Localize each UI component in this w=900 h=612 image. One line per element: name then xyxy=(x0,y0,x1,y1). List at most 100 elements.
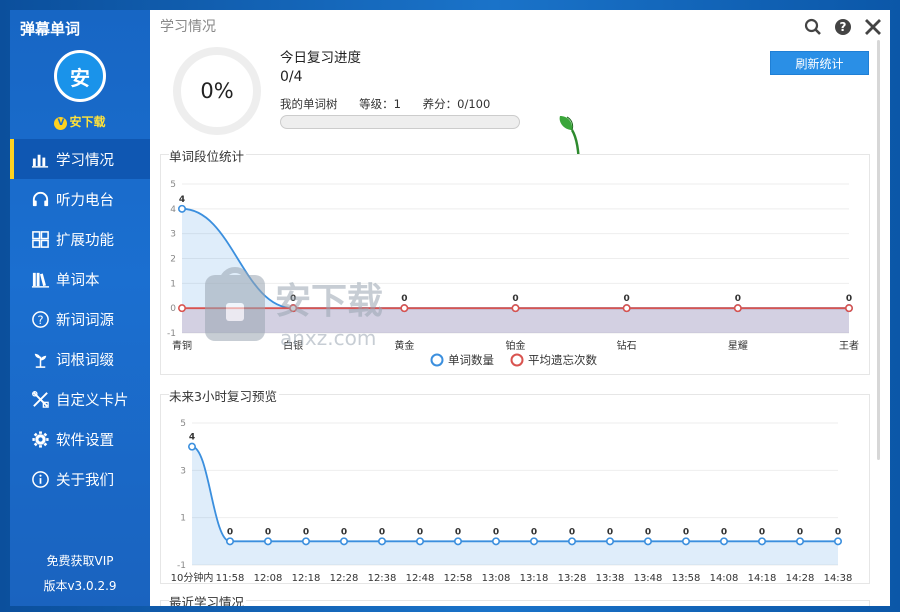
x-tick-label: 12:28 xyxy=(330,573,359,583)
data-label: 0 xyxy=(645,527,651,537)
rank-stats-title: 单词段位统计 xyxy=(169,146,247,165)
data-point xyxy=(302,537,311,546)
series-area xyxy=(192,446,838,565)
x-tick-label: 12:38 xyxy=(368,573,397,583)
data-label: 0 xyxy=(835,527,841,537)
review-preview-panel: 5 3 1 -1 4 0 0 0 0 0 0 0 0 0 0 0 0 0 0 0 0 0 10分钟内 11:58 12:08 12… xyxy=(160,386,870,584)
data-point xyxy=(833,537,842,546)
data-point xyxy=(378,537,387,546)
data-label: 0 xyxy=(735,294,741,304)
x-tick-label: 12:58 xyxy=(444,573,473,583)
bar-chart-icon xyxy=(30,149,50,169)
y-tick-label: 0 xyxy=(170,304,176,314)
question-circle-icon: ? xyxy=(30,309,50,329)
series-line xyxy=(191,445,838,543)
avatar[interactable]: 安 xyxy=(54,50,106,102)
sidebar-nav: 学习情况 听力电台 扩展功能 单词本 ? 新词词源 词根词缀 自定义卡片 软件设… xyxy=(10,139,150,499)
y-tick-label: 2 xyxy=(170,255,176,265)
info-icon xyxy=(30,469,50,489)
scrollbar[interactable] xyxy=(877,40,880,460)
sidebar-item-settings[interactable]: 软件设置 xyxy=(10,419,150,459)
data-label: 0 xyxy=(493,527,499,537)
data-point xyxy=(567,537,576,546)
x-tick-label: 13:18 xyxy=(520,573,549,583)
data-point xyxy=(177,204,186,213)
y-tick-label: 5 xyxy=(180,419,186,429)
data-point xyxy=(226,537,235,546)
username: 安下载 xyxy=(69,115,106,129)
refresh-stats-button[interactable]: 刷新统计 xyxy=(770,51,869,75)
sidebar-item-label: 词根词缀 xyxy=(56,352,114,369)
data-point xyxy=(340,537,349,546)
x-tick-label: 青铜 xyxy=(172,339,192,352)
watermark-text: 安下载 xyxy=(275,281,383,322)
sidebar-item-label: 关于我们 xyxy=(56,472,114,489)
sidebar-item-roots-affixes[interactable]: 词根词缀 xyxy=(10,339,150,379)
legend-label: 单词数量 xyxy=(448,353,494,367)
x-tick-label: 12:08 xyxy=(254,573,283,583)
username-line[interactable]: V 安下载 xyxy=(10,113,150,130)
data-label: 0 xyxy=(531,527,537,537)
search-icon[interactable] xyxy=(802,16,824,38)
y-tick-label: 5 xyxy=(170,180,176,190)
close-icon[interactable] xyxy=(862,16,884,38)
data-point xyxy=(643,537,652,546)
sidebar-item-wordbook[interactable]: 单词本 xyxy=(10,259,150,299)
word-tree-label: 我的单词树 xyxy=(280,97,338,111)
grid-icon xyxy=(30,229,50,249)
x-tick-label: 13:48 xyxy=(634,573,663,583)
sidebar-item-listening-radio[interactable]: 听力电台 xyxy=(10,179,150,219)
books-icon xyxy=(30,269,50,289)
x-tick-label: 11:58 xyxy=(216,573,245,583)
data-label: 0 xyxy=(341,527,347,537)
y-tick-label: 1 xyxy=(170,279,176,289)
window-controls: ? xyxy=(802,16,884,38)
data-label: 0 xyxy=(759,527,765,537)
data-point xyxy=(733,304,742,313)
data-label: 0 xyxy=(417,527,423,537)
x-tick-label: 铂金 xyxy=(506,339,526,352)
sidebar-item-extensions[interactable]: 扩展功能 xyxy=(10,219,150,259)
sidebar-item-about-us[interactable]: 关于我们 xyxy=(10,459,150,499)
sidebar-item-label: 扩展功能 xyxy=(56,232,114,249)
data-point xyxy=(605,537,614,546)
data-label: 0 xyxy=(846,294,852,304)
help-icon[interactable]: ? xyxy=(832,16,854,38)
x-tick-label: 14:18 xyxy=(748,573,777,583)
data-label: 0 xyxy=(607,527,613,537)
sidebar-item-label: 自定义卡片 xyxy=(56,392,129,409)
watermark-subtext: anxz.com xyxy=(280,326,376,350)
legend-marker xyxy=(430,353,444,367)
today-review-label: 今日复习进度 xyxy=(280,50,361,66)
data-point xyxy=(719,537,728,546)
sidebar-item-custom-cards[interactable]: 自定义卡片 xyxy=(10,379,150,419)
data-label: 0 xyxy=(379,527,385,537)
y-tick-label: 4 xyxy=(170,205,176,215)
svg-text:?: ? xyxy=(840,20,847,34)
legend-marker xyxy=(510,353,524,367)
data-label: 4 xyxy=(179,195,185,205)
data-label: 0 xyxy=(455,527,461,537)
x-tick-label: 星耀 xyxy=(728,340,748,352)
data-label: 0 xyxy=(683,527,689,537)
x-tick-label: 14:38 xyxy=(824,573,853,583)
svg-text:?: ? xyxy=(37,312,43,326)
x-tick-label: 10分钟内 xyxy=(171,571,214,583)
legend-label: 平均遗忘次数 xyxy=(528,353,597,367)
word-tree-nutrient: 养分：0/100 xyxy=(422,97,491,111)
free-vip-link[interactable]: 免费获取VIP xyxy=(10,552,150,569)
data-point xyxy=(264,537,273,546)
sidebar-item-study-status[interactable]: 学习情况 xyxy=(10,139,150,179)
data-label: 0 xyxy=(624,294,630,304)
sidebar-item-label: 软件设置 xyxy=(56,432,114,449)
sidebar-item-label: 单词本 xyxy=(56,272,100,289)
sidebar-item-etymology[interactable]: ? 新词词源 xyxy=(10,299,150,339)
data-label: 0 xyxy=(721,527,727,537)
x-tick-label: 12:48 xyxy=(406,573,435,583)
y-tick-label: -1 xyxy=(167,329,176,339)
x-tick-label: 钻石 xyxy=(617,339,637,352)
data-point xyxy=(491,537,500,546)
x-tick-label: 王者 xyxy=(839,340,859,352)
x-tick-label: 12:18 xyxy=(292,573,321,583)
sidebar: 弹幕单词 安 V 安下载 学习情况 听力电台 扩展功能 单词本 ? 新词词源 词… xyxy=(10,10,150,606)
